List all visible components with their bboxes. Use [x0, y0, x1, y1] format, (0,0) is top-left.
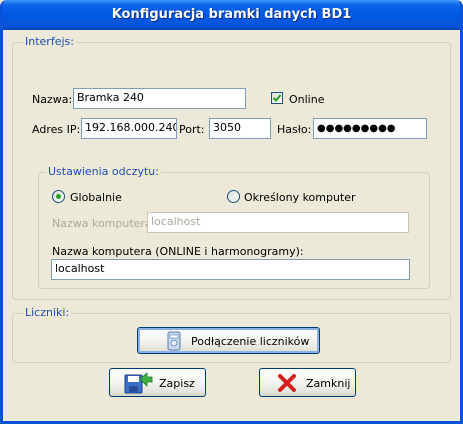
haslo-label: Hasło: [277, 123, 312, 136]
haslo-input[interactable]: ●●●●●●●●● [313, 118, 427, 139]
close-button[interactable]: Zamknij [259, 368, 356, 397]
radio-okreslony[interactable] [227, 190, 240, 203]
interfejs-legend: Interfejs: [23, 35, 76, 48]
close-icon [278, 374, 296, 392]
podlaczenie-licznikow-button[interactable]: Podłączenie liczników [137, 327, 320, 354]
radio-okreslony-label[interactable]: Określony komputer [244, 191, 356, 204]
adres-ip-label: Adres IP: [32, 123, 81, 136]
nazwa-label: Nazwa: [32, 93, 73, 106]
port-input[interactable]: 3050 [209, 118, 271, 139]
online-checkbox[interactable] [271, 92, 283, 104]
dialog-window: Konfiguracja bramki danych BD1 Interfejs… [0, 0, 463, 424]
liczniki-legend: Liczniki: [23, 306, 72, 319]
podlaczenie-licznikow-label: Podłączenie liczników [191, 335, 310, 348]
nazwa-online-input[interactable]: localhost [51, 259, 410, 280]
radio-selected-dot [56, 194, 61, 199]
save-button[interactable]: Zapisz [109, 368, 206, 397]
radio-globalnie[interactable] [52, 190, 65, 203]
save-icon [124, 372, 153, 394]
nazwa-komputera-label: Nazwa komputera: [52, 217, 156, 230]
close-label: Zamknij [306, 377, 351, 390]
nazwa-online-label: Nazwa komputera (ONLINE i harmonogramy): [52, 245, 304, 258]
radio-globalnie-label[interactable]: Globalnie [70, 191, 122, 204]
meter-icon [167, 331, 181, 351]
port-label: Port: [179, 123, 205, 136]
nazwa-input[interactable]: Bramka 240 [73, 88, 246, 109]
adres-ip-input[interactable]: 192.168.000.240 [81, 118, 177, 139]
window-title: Konfiguracja bramki danych BD1 [111, 7, 352, 22]
title-bar[interactable]: Konfiguracja bramki danych BD1 [3, 0, 460, 30]
online-label[interactable]: Online [289, 93, 324, 106]
save-label: Zapisz [159, 377, 195, 390]
nazwa-komputera-input: localhost [147, 212, 409, 233]
odczyt-legend: Ustawienia odczytu: [46, 165, 161, 178]
checkmark-icon [272, 94, 282, 102]
